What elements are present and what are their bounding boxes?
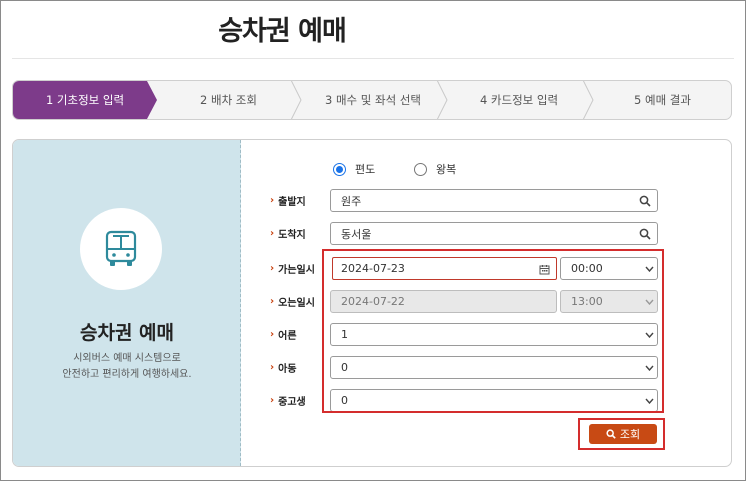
step-separator-icon (290, 81, 302, 119)
step-label: 5 예매 결과 (634, 93, 691, 107)
arrival-label: › 도착지 (270, 227, 306, 241)
intro-description: 시외버스 예매 시스템으로 안전하고 편리하게 여행하세요. (13, 351, 241, 383)
step-card-info: 4 카드정보 입력 (446, 81, 592, 119)
search-icon[interactable] (637, 193, 653, 209)
arrival-value: 동서울 (341, 227, 372, 241)
radio-one-way-label: 편도 (355, 163, 376, 176)
date-highlight-frame (332, 257, 557, 280)
departure-input[interactable]: 원주 (330, 189, 658, 212)
step-separator-icon (436, 81, 448, 119)
page-title: 승차권 예매 (218, 16, 347, 47)
search-button[interactable]: 조회 (589, 424, 657, 444)
radio-one-way[interactable]: 편도 (333, 161, 375, 177)
departure-label: › 출발지 (270, 194, 306, 208)
step-label: 1 기초정보 입력 (45, 93, 125, 107)
intro-desc-line: 안전하고 편리하게 여행하세요. (62, 369, 192, 380)
return-date-label: › 오는일시 (270, 295, 315, 309)
step-seat-selection: 3 매수 및 좌석 선택 (300, 81, 446, 119)
child-label: › 아동 (270, 361, 297, 375)
go-date-label: › 가는일시 (270, 262, 315, 276)
radio-round-trip-label: 왕복 (436, 163, 457, 176)
intro-panel: 승차권 예매 시외버스 예매 시스템으로 안전하고 편리하게 여행하세요. (13, 140, 241, 466)
departure-value: 원주 (341, 194, 362, 208)
search-icon (606, 429, 616, 439)
intro-desc-line: 시외버스 예매 시스템으로 (73, 353, 181, 364)
step-label: 4 카드정보 입력 (479, 93, 559, 107)
bus-icon (105, 230, 137, 266)
search-icon[interactable] (637, 226, 653, 242)
intro-title: 승차권 예매 (79, 322, 174, 344)
bus-icon-badge (80, 208, 162, 290)
step-basic-info: 1 기초정보 입력 (13, 81, 157, 119)
step-label: 2 배차 조회 (200, 93, 257, 107)
radio-one-way-input[interactable] (333, 162, 346, 176)
step-progress-bar: 1 기초정보 입력 2 배차 조회 3 매수 및 좌석 선택 4 카드정보 입력… (12, 80, 732, 120)
step-separator-icon (582, 81, 594, 119)
step-dispatch-search: 2 배차 조회 (157, 81, 300, 119)
radio-round-trip-input[interactable] (414, 162, 427, 176)
step-label: 3 매수 및 좌석 선택 (325, 93, 421, 107)
radio-round-trip[interactable]: 왕복 (414, 161, 456, 177)
adult-label: › 어른 (270, 328, 297, 342)
step-result: 5 예매 결과 (592, 81, 731, 119)
student-label: › 중고생 (270, 394, 306, 408)
title-divider (12, 58, 734, 59)
search-button-label: 조회 (619, 428, 641, 441)
arrival-input[interactable]: 동서울 (330, 222, 658, 245)
